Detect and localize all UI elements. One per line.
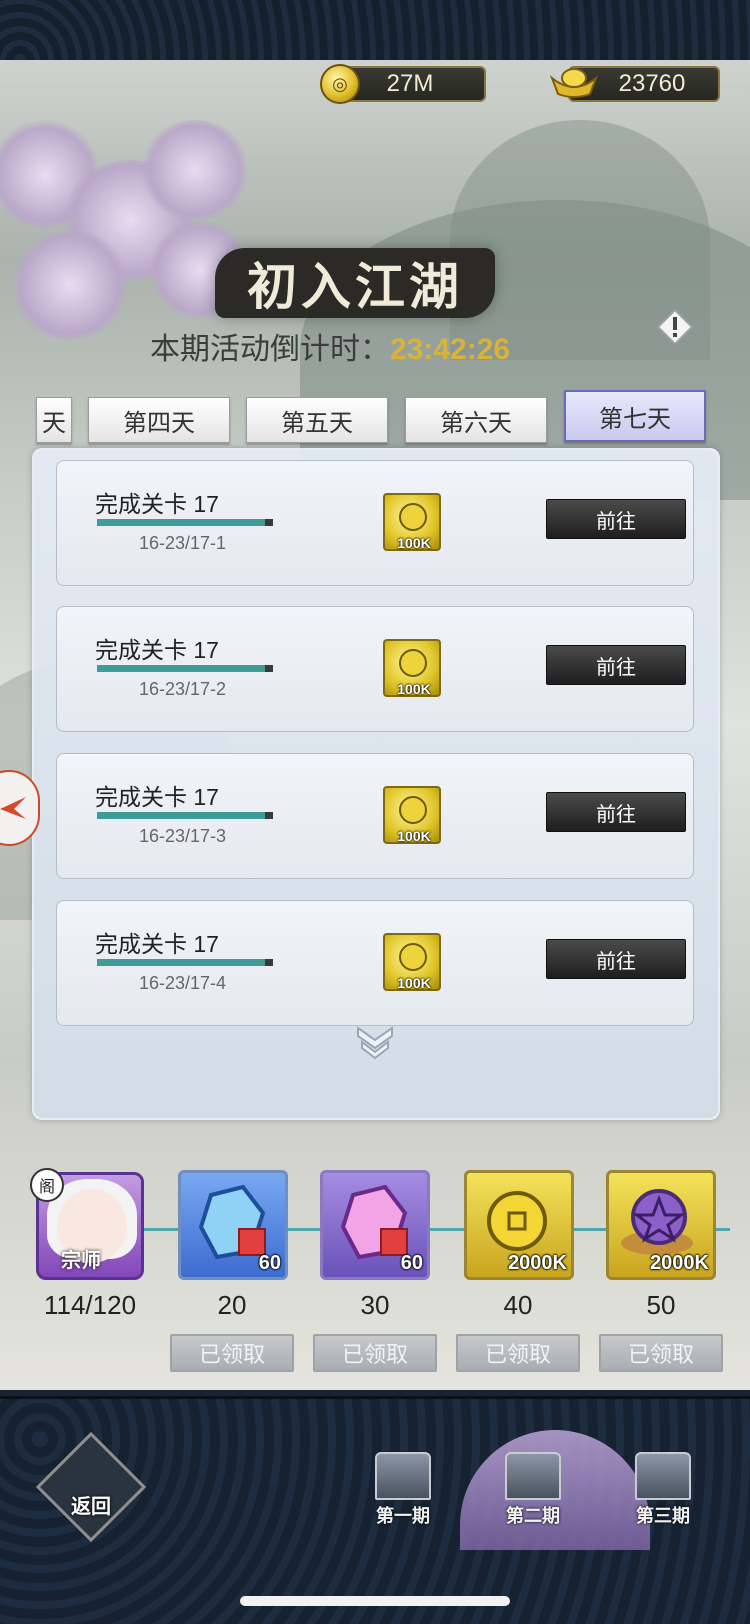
coin-reward-icon[interactable]: 100K [383,933,441,991]
task-title: 完成关卡 17 [95,931,219,957]
top-status-band [0,0,750,60]
back-label: 返回 [71,1496,111,1518]
reward-count: 100K [397,975,431,991]
coin-reward-icon[interactable]: 100K [383,493,441,551]
claimed-button[interactable]: 已领取 [599,1334,723,1372]
scroll-down-chevron-icon[interactable] [354,1020,396,1062]
countdown-label: 本期活动倒计时： [150,333,390,366]
coin-reward-icon[interactable]: 100K [383,786,441,844]
tab-label: 第六天 [440,409,512,437]
task-row: 完成关卡 17 16-23/17-3 100K 前往 [56,753,694,879]
chest-icon [505,1452,561,1500]
points-total: 114/120 [43,1290,137,1320]
tier-threshold: 30 [360,1290,390,1320]
tab-label: 第四天 [123,409,195,437]
tier-reward-purple-seal[interactable]: 2000K [606,1170,716,1280]
countdown-time: 23:42:26 [390,333,511,366]
task-subtitle: 16-23/17-2 [139,679,227,699]
phase-1-button[interactable]: 第一期 [368,1452,438,1528]
tab-label: 第七天 [599,405,671,433]
phase-label: 第三期 [636,1506,690,1526]
task-subtitle: 16-23/17-1 [139,533,227,553]
reward-count: 100K [397,681,431,697]
swallow-emblem-icon [0,797,26,819]
event-title: 初入江湖 [215,248,495,318]
task-row: 完成关卡 17 16-23/17-1 100K 前往 [56,460,694,586]
task-title: 完成关卡 17 [95,784,219,810]
avatar-badge: 阁 [30,1168,64,1202]
go-button[interactable]: 前往 [546,939,686,979]
go-button[interactable]: 前往 [546,792,686,832]
reward-count: 100K [397,828,431,844]
task-progress-bar [97,812,273,819]
chest-icon [635,1452,691,1500]
info-icon[interactable] [656,308,694,346]
tab-day-5[interactable]: 第五天 [246,397,388,443]
claimed-button[interactable]: 已领取 [170,1334,294,1372]
claimed-button[interactable]: 已领取 [313,1334,437,1372]
task-title: 完成关卡 17 [95,491,219,517]
phase-label: 第二期 [506,1506,560,1526]
tier-threshold: 20 [217,1290,247,1320]
tab-label: 第五天 [281,409,353,437]
tier-count: 2000K [508,1252,567,1274]
tier-reward-blue-gem-shard[interactable]: 60 [178,1170,288,1280]
phase-3-button[interactable]: 第三期 [628,1452,698,1528]
task-subtitle: 16-23/17-4 [139,973,227,993]
task-row: 完成关卡 17 16-23/17-2 100K 前往 [56,606,694,732]
go-button[interactable]: 前往 [546,499,686,539]
coin-reward-icon[interactable]: 100K [383,639,441,697]
go-button[interactable]: 前往 [546,645,686,685]
phase-2-button[interactable]: 第二期 [498,1452,568,1528]
reward-count: 100K [397,535,431,551]
task-progress-bar [97,665,273,672]
claimed-button[interactable]: 已领取 [456,1334,580,1372]
tier-count: 60 [400,1252,423,1274]
task-title: 完成关卡 17 [95,637,219,663]
task-subtitle: 16-23/17-3 [139,826,227,846]
coin-amount: 27M [386,70,434,97]
tab-day-3[interactable]: 天 [36,397,72,443]
tier-count: 2000K [650,1252,709,1274]
tab-day-6[interactable]: 第六天 [405,397,547,443]
avatar-rank-tag: 宗师 [61,1250,101,1272]
tab-label: 天 [42,409,66,437]
tier-count: 60 [258,1252,281,1274]
task-progress-bar [97,959,273,966]
home-indicator[interactable] [240,1596,510,1606]
task-progress-bar [97,519,273,526]
gold-ingot-icon [550,68,598,98]
task-row: 完成关卡 17 16-23/17-4 100K 前往 [56,900,694,1026]
tab-day-4[interactable]: 第四天 [88,397,230,443]
chest-icon [375,1452,431,1500]
tier-reward-gold-coin[interactable]: 2000K [464,1170,574,1280]
tier-threshold: 40 [503,1290,533,1320]
ingot-amount: 23760 [618,70,686,97]
tier-threshold: 50 [646,1290,676,1320]
tier-reward-purple-gem-shard[interactable]: 60 [320,1170,430,1280]
countdown: 本期活动倒计时：23:42:26 [150,324,510,368]
coin-icon: ◎ [320,64,360,104]
tab-day-7[interactable]: 第七天 [564,390,706,442]
phase-label: 第一期 [376,1506,430,1526]
